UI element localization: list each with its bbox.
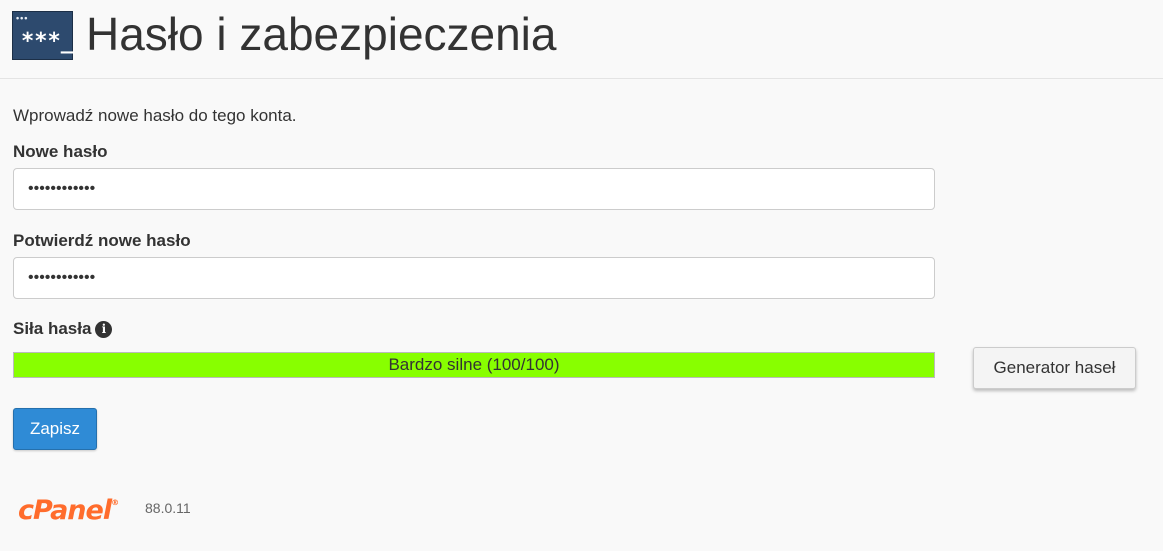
save-button[interactable]: Zapisz: [13, 408, 97, 450]
window-dots: •••: [16, 13, 29, 23]
cpanel-logo: cPanel®: [18, 486, 119, 528]
password-strength-text: Bardzo silne (100/100): [388, 355, 560, 374]
confirm-password-field[interactable]: [13, 257, 935, 299]
page-header: ••• ***_ Hasło i zabezpieczenia: [0, 0, 1163, 79]
password-strength-heading: Siła hasła i: [13, 318, 113, 340]
new-password-field[interactable]: [13, 168, 935, 210]
password-generator-button[interactable]: Generator haseł: [973, 347, 1136, 389]
password-terminal-icon: ••• ***_: [12, 11, 74, 60]
form-intro: Wprowadź nowe hasło do tego konta.: [13, 106, 297, 125]
password-strength-meter: Bardzo silne (100/100): [13, 352, 935, 378]
password-strength-label: Siła hasła: [13, 319, 92, 338]
new-password-label: Nowe hasło: [13, 142, 108, 161]
version-number: 88.0.11: [145, 500, 191, 516]
page-title: Hasło i zabezpieczenia: [86, 8, 557, 60]
registered-mark: ®: [111, 498, 119, 507]
masked-password-glyph: ***_: [21, 29, 74, 54]
info-icon[interactable]: i: [95, 321, 113, 338]
cpanel-logo-text: cPanel: [18, 495, 112, 526]
confirm-password-label: Potwierdź nowe hasło: [13, 231, 191, 250]
